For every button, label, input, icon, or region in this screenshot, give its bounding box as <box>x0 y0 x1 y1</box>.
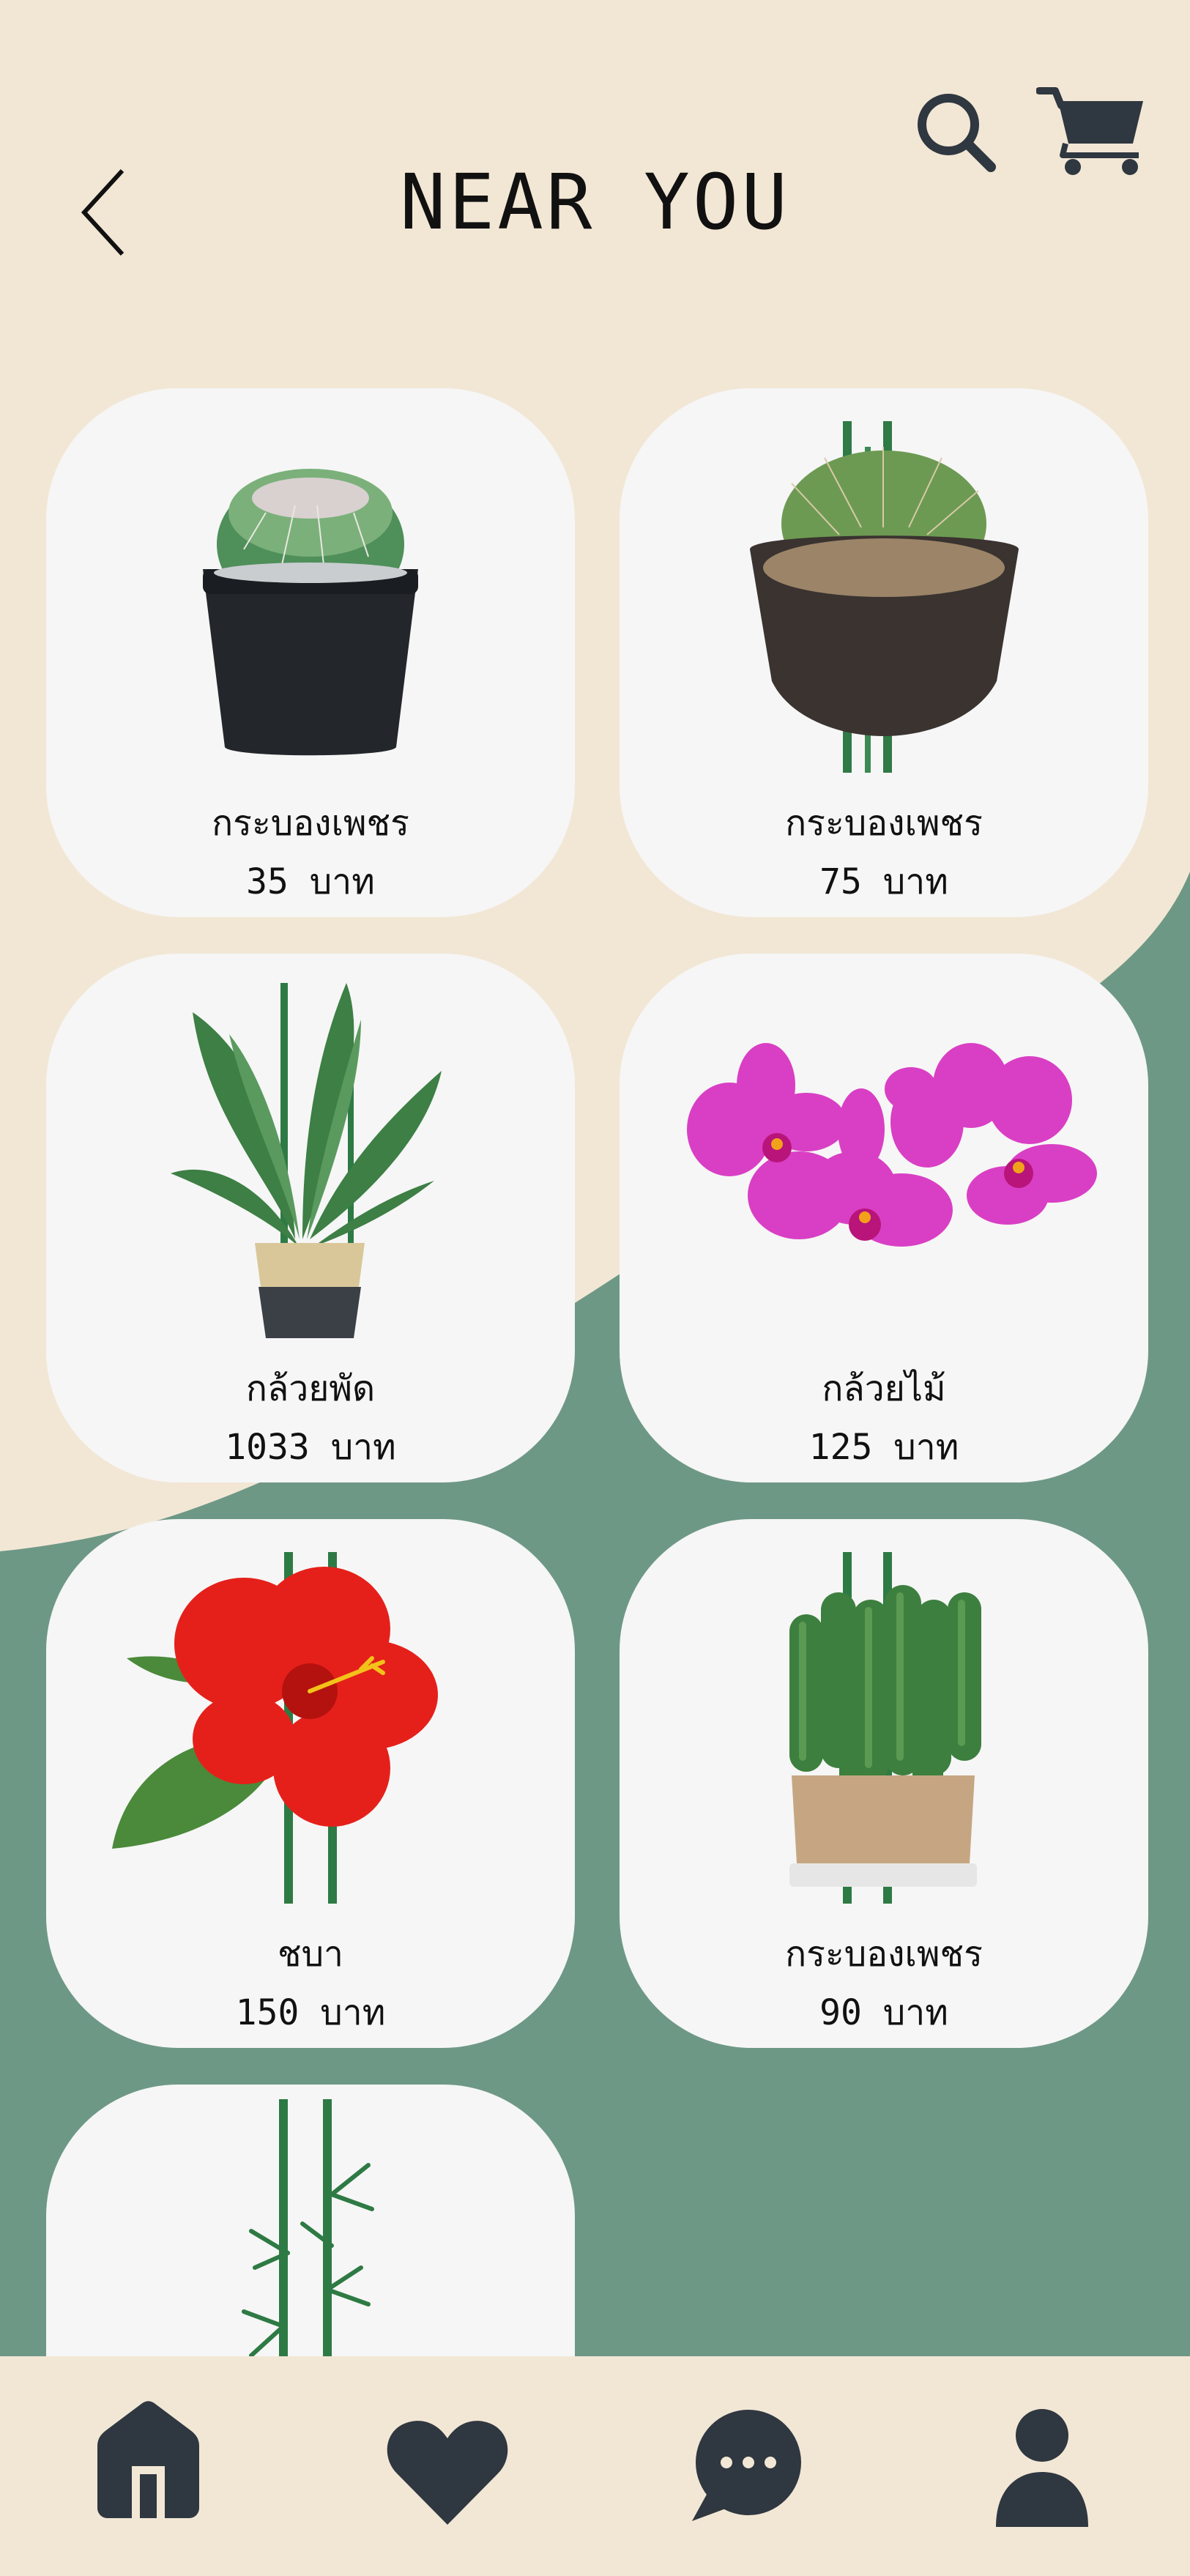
product-name: ชบา <box>278 1934 343 1975</box>
cactus-brown-pot-image <box>750 421 1019 773</box>
product-card[interactable]: กระบองเพชร 75 บาท <box>620 388 1148 917</box>
product-card[interactable]: กระบองเพชร 90 บาท <box>620 1519 1148 2048</box>
bamboo-image <box>242 2099 374 2356</box>
product-card[interactable] <box>46 2085 575 2356</box>
product-price: 150 บาท <box>235 1992 386 2033</box>
bottom-nav <box>0 2356 1190 2576</box>
product-name: กระบองเพชร <box>212 803 409 844</box>
product-card[interactable]: กล้วยพัด 1033 บาท <box>46 954 575 1482</box>
product-name: กระบองเพชร <box>785 803 983 844</box>
nav-chat[interactable] <box>595 2356 892 2576</box>
product-price: 35 บาท <box>246 861 375 902</box>
product-card[interactable]: กระบองเพชร 35 บาท <box>46 388 575 917</box>
nav-profile[interactable] <box>892 2356 1189 2576</box>
nav-home[interactable] <box>0 2356 297 2576</box>
product-price: 125 บาท <box>808 1427 959 1468</box>
cactus-white-pot-image <box>789 1552 981 1904</box>
product-name: กล้วยไม้ <box>822 1368 946 1409</box>
product-price: 90 บาท <box>819 1992 948 2033</box>
product-price: 1033 บาท <box>225 1427 396 1468</box>
product-name: กระบองเพชร <box>785 1934 983 1975</box>
nav-favorites[interactable] <box>297 2356 595 2576</box>
product-card[interactable]: ชบา 150 บาท <box>46 1519 575 2048</box>
product-card[interactable]: กล้วยไม้ 125 บาท <box>620 954 1148 1482</box>
product-grid: กระบองเพชร 35 บาท กระบองเพชร 75 บาท กล้ว… <box>0 0 1190 2356</box>
user-icon <box>996 2409 1088 2527</box>
product-price: 75 บาท <box>819 861 948 902</box>
heart-icon <box>387 2421 508 2525</box>
chat-icon <box>692 2410 801 2521</box>
pink-orchids-image <box>687 1043 1097 1247</box>
bird-of-paradise-basket-image <box>171 983 442 1338</box>
cactus-black-pot-image <box>203 469 418 756</box>
product-name: กล้วยพัด <box>245 1368 376 1409</box>
home-icon <box>97 2401 199 2518</box>
red-hibiscus-image <box>112 1552 438 1904</box>
